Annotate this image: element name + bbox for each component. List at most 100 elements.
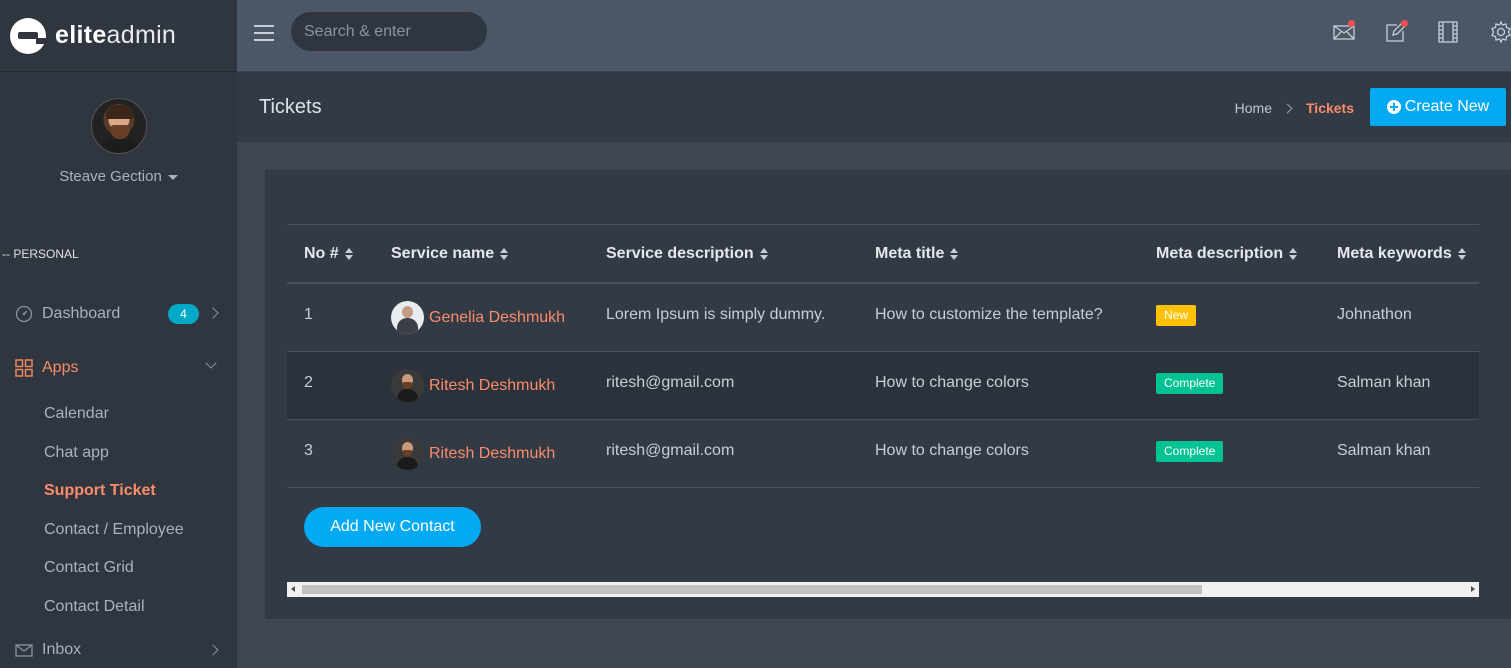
table-row: 1 Genelia Deshmukh Lorem Ipsum is simply… bbox=[287, 284, 1479, 352]
brand-name-light: admin bbox=[106, 21, 177, 49]
column-header-service-description[interactable]: Service description bbox=[606, 245, 768, 263]
grid-icon bbox=[14, 358, 34, 378]
chevron-down-icon bbox=[205, 357, 217, 369]
sidebar-item-dashboard[interactable]: Dashboard 4 bbox=[0, 287, 237, 341]
sort-icon bbox=[1457, 248, 1466, 260]
horizontal-scrollbar[interactable] bbox=[287, 582, 1479, 597]
caret-down-icon bbox=[167, 174, 178, 180]
cell-service-description: Lorem Ipsum is simply dummy. bbox=[606, 306, 826, 323]
sidebar-item-label: Dashboard bbox=[42, 305, 121, 322]
column-header-meta-title[interactable]: Meta title bbox=[875, 245, 959, 263]
notification-count-badge: 4 bbox=[168, 304, 199, 324]
avatar[interactable] bbox=[90, 98, 147, 154]
add-new-contact-button[interactable]: Add New Contact bbox=[304, 507, 481, 547]
cell-no: 3 bbox=[304, 442, 313, 459]
chevron-right-icon bbox=[207, 644, 219, 656]
profile-name-dropdown[interactable]: Steave Gection bbox=[0, 168, 237, 185]
submenu-item-contact-employee[interactable]: Contact / Employee bbox=[44, 511, 237, 550]
gear-icon[interactable] bbox=[1489, 20, 1511, 44]
page-header: Tickets Home Tickets Create New bbox=[237, 72, 1511, 142]
cell-meta-keywords: Johnathon bbox=[1337, 306, 1412, 323]
top-navbar bbox=[237, 0, 1511, 72]
cell-meta-keywords: Salman khan bbox=[1337, 442, 1431, 459]
tickets-table: No # Service name Service description Me… bbox=[287, 224, 1479, 488]
cell-service-name: Ritesh Deshmukh bbox=[391, 369, 555, 402]
cell-no: 1 bbox=[304, 306, 313, 323]
submenu-item-chat-app[interactable]: Chat app bbox=[44, 434, 237, 473]
service-name-link[interactable]: Ritesh Deshmukh bbox=[429, 377, 555, 395]
submenu-item-support-ticket[interactable]: Support Ticket bbox=[44, 472, 237, 511]
gauge-icon bbox=[14, 304, 34, 324]
sort-icon bbox=[1289, 248, 1298, 260]
table-row: 3 Ritesh Deshmukh ritesh@gmail.com How t… bbox=[287, 420, 1479, 488]
cell-meta-description: Complete bbox=[1156, 441, 1224, 462]
search-input[interactable] bbox=[291, 12, 487, 51]
column-header-service-name[interactable]: Service name bbox=[391, 245, 509, 263]
mail-icon bbox=[14, 640, 34, 660]
avatar bbox=[391, 301, 424, 334]
cell-meta-description: New bbox=[1156, 305, 1197, 326]
submenu-item-contact-detail[interactable]: Contact Detail bbox=[44, 588, 237, 627]
column-header-no[interactable]: No # bbox=[304, 245, 353, 263]
edit-icon[interactable] bbox=[1384, 20, 1408, 44]
scrollbar-thumb[interactable] bbox=[302, 585, 1202, 594]
submenu-item-contact-grid[interactable]: Contact Grid bbox=[44, 549, 237, 588]
service-name-link[interactable]: Ritesh Deshmukh bbox=[429, 445, 555, 463]
cell-service-name: Ritesh Deshmukh bbox=[391, 437, 555, 470]
nav-section-label: -- PERSONAL bbox=[2, 247, 79, 261]
notification-dot bbox=[1348, 20, 1355, 27]
cell-meta-keywords: Salman khan bbox=[1337, 374, 1431, 391]
cell-no: 2 bbox=[304, 374, 313, 391]
cell-service-name: Genelia Deshmukh bbox=[391, 301, 565, 334]
column-header-meta-keywords[interactable]: Meta keywords bbox=[1337, 245, 1466, 263]
cell-meta-title: How to change colors bbox=[875, 442, 1029, 459]
service-name-link[interactable]: Genelia Deshmukh bbox=[429, 309, 565, 327]
breadcrumb-current: Tickets bbox=[1306, 100, 1354, 116]
scroll-right-icon[interactable] bbox=[1471, 586, 1475, 592]
sidebar-item-label: Inbox bbox=[42, 641, 82, 658]
sidebar-item-inbox[interactable]: Inbox bbox=[0, 626, 237, 668]
create-new-button[interactable]: Create New bbox=[1370, 88, 1506, 126]
status-badge: Complete bbox=[1156, 441, 1224, 462]
mail-icon[interactable] bbox=[1332, 20, 1356, 44]
page-title: Tickets bbox=[259, 96, 322, 118]
breadcrumb-home[interactable]: Home bbox=[1235, 100, 1272, 116]
submenu-item-calendar[interactable]: Calendar bbox=[44, 395, 237, 434]
chevron-right-icon bbox=[1282, 103, 1293, 113]
table-row: 2 Ritesh Deshmukh ritesh@gmail.com How t… bbox=[287, 352, 1479, 420]
avatar bbox=[391, 437, 424, 470]
sort-icon bbox=[500, 248, 509, 260]
avatar bbox=[391, 369, 424, 402]
sidebar-nav: Dashboard 4 Apps Calendar Chat app Suppo… bbox=[0, 287, 237, 668]
cell-service-description: ritesh@gmail.com bbox=[606, 374, 735, 391]
plus-circle-icon bbox=[1386, 100, 1401, 114]
profile-name: Steave Gection bbox=[59, 168, 162, 185]
chevron-right-icon bbox=[207, 307, 219, 319]
status-badge: Complete bbox=[1156, 373, 1224, 394]
cell-meta-description: Complete bbox=[1156, 373, 1224, 394]
cell-service-description: ritesh@gmail.com bbox=[606, 442, 735, 459]
tickets-card: No # Service name Service description Me… bbox=[265, 170, 1511, 619]
status-badge: New bbox=[1156, 305, 1197, 326]
create-new-label: Create New bbox=[1404, 98, 1490, 115]
breadcrumb: Home Tickets bbox=[1235, 100, 1354, 116]
notification-dot bbox=[1401, 20, 1408, 27]
cell-meta-title: How to customize the template? bbox=[875, 306, 1103, 323]
apps-submenu: Calendar Chat app Support Ticket Contact… bbox=[0, 395, 237, 626]
column-header-meta-description[interactable]: Meta description bbox=[1156, 245, 1298, 263]
logo-icon bbox=[10, 17, 48, 54]
sort-icon bbox=[950, 248, 959, 260]
table-header: No # Service name Service description Me… bbox=[287, 224, 1479, 284]
menu-toggle-icon[interactable] bbox=[254, 25, 274, 41]
logo[interactable]: eliteadmin bbox=[0, 0, 237, 72]
brand-name-bold: elite bbox=[55, 21, 107, 49]
sidebar: eliteadmin Steave Gection -- PERSONAL Da… bbox=[0, 0, 237, 668]
sidebar-item-apps[interactable]: Apps bbox=[0, 341, 237, 395]
film-icon[interactable] bbox=[1436, 20, 1460, 44]
sidebar-item-label: Apps bbox=[42, 359, 79, 376]
sort-icon bbox=[759, 248, 768, 260]
scroll-left-icon[interactable] bbox=[291, 586, 295, 592]
cell-meta-title: How to change colors bbox=[875, 374, 1029, 391]
sort-icon bbox=[344, 248, 353, 260]
user-profile: Steave Gection bbox=[0, 72, 237, 185]
